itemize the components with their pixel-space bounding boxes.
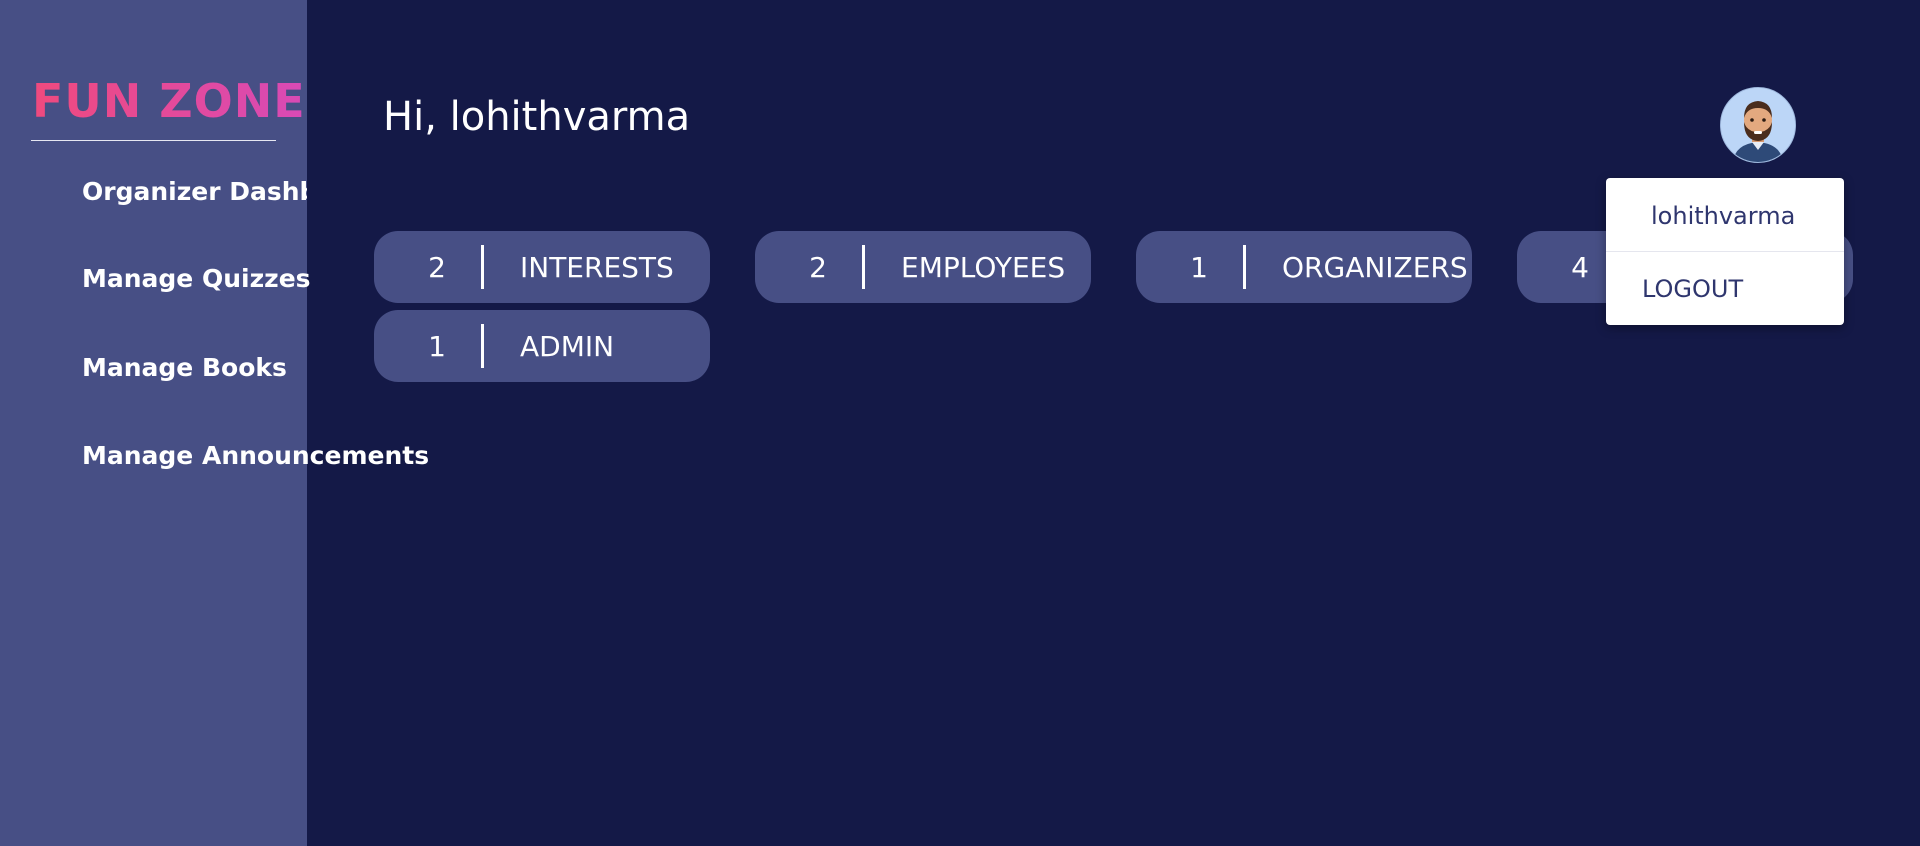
- stat-organizers: 1 ORGANIZERS: [1136, 231, 1472, 303]
- sidebar-item-organizer-dashboard[interactable]: Organizer Dashboard: [82, 177, 307, 206]
- dropdown-username[interactable]: lohithvarma: [1651, 202, 1795, 230]
- greeting-heading: Hi, lohithvarma: [383, 94, 691, 140]
- stat-interests: 2 INTERESTS: [374, 231, 710, 303]
- stat-label: INTERESTS: [520, 251, 674, 284]
- stat-separator: [481, 245, 484, 289]
- sidebar-item-organizer-dashboard-wrap: Organizer Dashboard: [0, 174, 307, 214]
- logo-divider: [31, 140, 276, 141]
- stat-separator: [862, 245, 865, 289]
- sidebar-item-manage-books[interactable]: Manage Books: [82, 353, 287, 382]
- logout-button[interactable]: LOGOUT: [1642, 275, 1743, 303]
- stat-employees: 2 EMPLOYEES: [755, 231, 1091, 303]
- sidebar: FUN ZONE Organizer Dashboard: [0, 0, 307, 846]
- sidebar-item-manage-quizzes[interactable]: Manage Quizzes: [82, 264, 311, 293]
- bearded-man-avatar-icon: [1721, 88, 1795, 162]
- dropdown-divider: [1606, 251, 1844, 252]
- stat-separator: [481, 324, 484, 368]
- user-dropdown-menu: lohithvarma LOGOUT: [1606, 178, 1844, 325]
- stat-label: EMPLOYEES: [901, 251, 1066, 284]
- stat-separator: [1243, 245, 1246, 289]
- stat-admin: 1 ADMIN: [374, 310, 710, 382]
- app-logo: FUN ZONE: [32, 74, 306, 128]
- app-root: FUN ZONE Organizer Dashboard Manage Quiz…: [0, 0, 1920, 846]
- stat-label: ADMIN: [520, 330, 615, 363]
- user-avatar[interactable]: [1720, 87, 1796, 163]
- sidebar-item-manage-announcements[interactable]: Manage Announcements: [82, 441, 429, 470]
- stat-label: ORGANIZERS: [1282, 251, 1468, 284]
